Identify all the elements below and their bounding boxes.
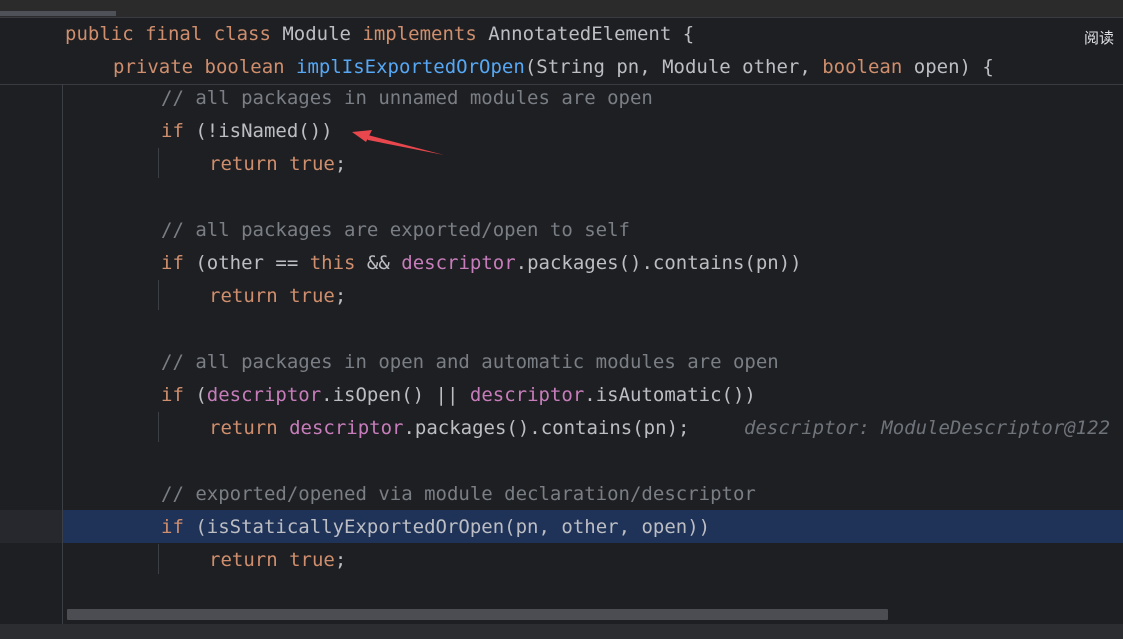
kw-if: if bbox=[161, 516, 196, 538]
kw-true: true bbox=[289, 285, 335, 307]
sticky-method-line[interactable]: private boolean implIsExportedOrOpen(Str… bbox=[113, 51, 994, 84]
comment-text: // all packages are exported/open to sel… bbox=[161, 219, 630, 241]
method-params-2: open) { bbox=[913, 56, 994, 78]
kw-implements: implements bbox=[362, 23, 489, 45]
class-name: Module bbox=[282, 23, 363, 45]
horizontal-scrollbar[interactable] bbox=[67, 609, 888, 620]
kw-return: return bbox=[209, 153, 290, 175]
condition-part: .isAutomatic()) bbox=[584, 384, 756, 406]
kw-return: return bbox=[209, 549, 290, 571]
bottom-status-strip bbox=[0, 624, 1123, 639]
return-expression: .packages().contains(pn); bbox=[403, 417, 690, 439]
semicolon: ; bbox=[334, 285, 347, 307]
annotation-arrow-icon bbox=[352, 130, 444, 155]
condition-part: .packages().contains(pn)) bbox=[515, 252, 802, 274]
return-true-line-3[interactable]: return true; bbox=[209, 544, 346, 577]
comment-module-declaration[interactable]: // exported/opened via module declaratio… bbox=[161, 478, 756, 511]
field-descriptor: descriptor bbox=[401, 252, 516, 274]
indent-guide-4 bbox=[158, 544, 159, 574]
condition-part: ( bbox=[195, 384, 207, 406]
kw-public-final-class: public final class bbox=[65, 23, 283, 45]
editor-tab-bar bbox=[0, 0, 1123, 18]
debug-value-hint: descriptor: ModuleDescriptor@122 bbox=[744, 417, 1111, 439]
comment-unnamed-modules[interactable]: // all packages in unnamed modules are o… bbox=[161, 82, 653, 115]
if-other-this-line[interactable]: if (other == this && descriptor.packages… bbox=[161, 247, 802, 280]
field-descriptor: descriptor bbox=[469, 384, 585, 406]
semicolon: ; bbox=[334, 549, 347, 571]
method-name: implIsExportedOrOpen bbox=[296, 56, 525, 78]
return-true-line-1[interactable]: return true; bbox=[209, 148, 346, 181]
field-descriptor: descriptor bbox=[206, 384, 322, 406]
kw-if: if bbox=[161, 120, 196, 142]
inline-debug-hint: descriptor: ModuleDescriptor@122 bbox=[744, 412, 1110, 445]
current-line-gutter bbox=[0, 510, 62, 543]
if-is-open-line[interactable]: if (descriptor.isOpen() || descriptor.is… bbox=[161, 379, 756, 412]
indent-guide-2 bbox=[158, 280, 159, 310]
kw-if: if bbox=[161, 384, 196, 406]
kw-boolean: boolean bbox=[822, 56, 914, 78]
kw-true: true bbox=[289, 549, 335, 571]
kw-return: return bbox=[209, 285, 290, 307]
return-true-line-2[interactable]: return true; bbox=[209, 280, 346, 313]
comment-open-automatic[interactable]: // all packages in open and automatic mo… bbox=[161, 346, 779, 379]
if-condition: (isStaticallyExportedOrOpen(pn, other, o… bbox=[195, 516, 711, 538]
reading-mode-label[interactable]: 阅读 bbox=[1084, 27, 1114, 48]
kw-true: true bbox=[289, 153, 335, 175]
if-is-named-line[interactable]: if (!isNamed()) bbox=[161, 115, 333, 148]
comment-text: // all packages in unnamed modules are o… bbox=[161, 87, 653, 109]
field-descriptor: descriptor bbox=[289, 417, 404, 439]
if-statically-exported-line[interactable]: if (isStaticallyExportedOrOpen(pn, other… bbox=[161, 511, 710, 544]
semicolon: ; bbox=[334, 153, 347, 175]
return-descriptor-line[interactable]: return descriptor.packages().contains(pn… bbox=[209, 412, 689, 445]
if-condition: (!isNamed()) bbox=[195, 120, 333, 142]
indent-guide-1 bbox=[158, 148, 159, 178]
kw-if: if bbox=[161, 252, 196, 274]
comment-exported-to-self[interactable]: // all packages are exported/open to sel… bbox=[161, 214, 630, 247]
indent-guide-3 bbox=[158, 412, 159, 442]
condition-part: .isOpen() || bbox=[321, 384, 470, 406]
sticky-class-line[interactable]: public final class Module implements Ann… bbox=[65, 18, 694, 51]
kw-this: this bbox=[309, 252, 356, 274]
method-params-1: (String pn, Module other, bbox=[524, 56, 823, 78]
active-tab-indicator[interactable] bbox=[0, 11, 116, 16]
kw-private-boolean: private boolean bbox=[113, 56, 297, 78]
indent-guide-outer bbox=[62, 84, 63, 624]
interface-name: AnnotatedElement { bbox=[488, 23, 695, 45]
sticky-header: public final class Module implements Ann… bbox=[0, 18, 1123, 85]
comment-text: // exported/opened via module declaratio… bbox=[161, 483, 756, 505]
condition-part: (other == bbox=[195, 252, 310, 274]
condition-part: && bbox=[355, 252, 402, 274]
comment-text: // all packages in open and automatic mo… bbox=[161, 351, 779, 373]
kw-return: return bbox=[209, 417, 290, 439]
